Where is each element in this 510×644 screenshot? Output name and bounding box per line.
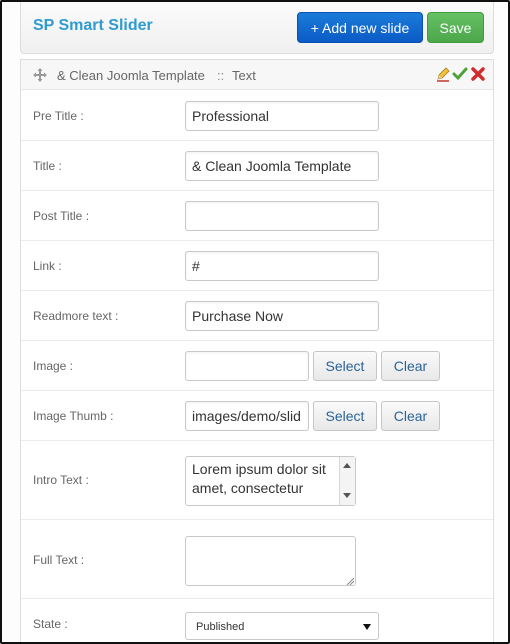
intro-text-scrollbar[interactable]: [339, 457, 355, 505]
move-icon[interactable]: [33, 68, 47, 82]
edit-icon[interactable]: [435, 66, 451, 82]
link-row: Link :: [21, 241, 493, 291]
header-bar: SP Smart Slider + Add new slide Save: [20, 2, 494, 54]
state-select[interactable]: Published: [185, 612, 379, 640]
full-text-row: Full Text :: [21, 520, 493, 599]
state-label: State :: [33, 617, 68, 631]
state-row: State : Published: [21, 599, 493, 642]
image-thumb-label: Image Thumb :: [33, 409, 114, 423]
pre-title-input[interactable]: [185, 101, 379, 131]
delete-icon[interactable]: [470, 66, 486, 82]
title-input[interactable]: [185, 151, 379, 181]
app-title: SP Smart Slider: [33, 17, 153, 34]
slide-separator: ::: [217, 68, 225, 83]
intro-text-label: Intro Text :: [33, 473, 89, 487]
post-title-label: Post Title :: [33, 209, 90, 223]
slide-panel: & Clean Joomla Template :: Text Pre Titl…: [20, 59, 494, 642]
scroll-down-icon[interactable]: [343, 493, 351, 498]
title-label: Title :: [33, 159, 62, 173]
image-thumb-row: Image Thumb : Select Clear: [21, 391, 493, 441]
image-thumb-select-button[interactable]: Select: [313, 401, 377, 431]
slide-type: Text: [232, 68, 256, 83]
scroll-up-icon[interactable]: [343, 463, 351, 468]
full-text-area[interactable]: [185, 536, 356, 586]
post-title-input[interactable]: [185, 201, 379, 231]
image-label: Image :: [33, 359, 74, 373]
readmore-row: Readmore text :: [21, 291, 493, 341]
slide-name: & Clean Joomla Template: [57, 68, 205, 83]
full-text-label: Full Text :: [33, 553, 85, 567]
image-thumb-clear-button[interactable]: Clear: [381, 401, 440, 431]
add-new-slide-button[interactable]: + Add new slide: [297, 12, 423, 43]
post-title-row: Post Title :: [21, 191, 493, 241]
readmore-label: Readmore text :: [33, 309, 119, 323]
pre-title-row: Pre Title :: [21, 90, 493, 141]
save-button[interactable]: Save: [427, 12, 484, 43]
image-select-button[interactable]: Select: [313, 351, 377, 381]
image-input[interactable]: [185, 351, 309, 381]
intro-text-area[interactable]: Lorem ipsum dolor sit amet, consectetur: [185, 456, 356, 506]
intro-text-row: Intro Text : Lorem ipsum dolor sit amet,…: [21, 441, 493, 520]
slide-bar: & Clean Joomla Template :: Text: [21, 60, 493, 90]
chevron-down-icon: [363, 624, 371, 630]
link-input[interactable]: [185, 251, 379, 281]
window-frame: SP Smart Slider + Add new slide Save & C…: [0, 0, 510, 644]
pre-title-label: Pre Title :: [33, 109, 84, 123]
state-value: Published: [196, 621, 245, 633]
image-thumb-input[interactable]: [185, 401, 309, 431]
image-row: Image : Select Clear: [21, 341, 493, 391]
check-icon[interactable]: [452, 66, 468, 82]
resize-grip-icon[interactable]: [346, 577, 354, 585]
image-clear-button[interactable]: Clear: [381, 351, 440, 381]
title-row: Title :: [21, 141, 493, 191]
readmore-input[interactable]: [185, 301, 379, 331]
link-label: Link :: [33, 259, 62, 273]
